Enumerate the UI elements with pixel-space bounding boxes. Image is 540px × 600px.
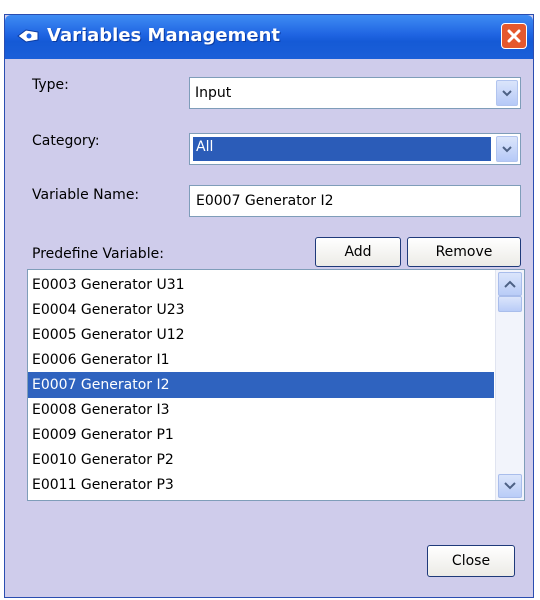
close-button[interactable]: Close [427,545,515,577]
chevron-down-icon[interactable] [496,136,518,162]
list-item[interactable]: E0006 Generator I1 [28,347,494,373]
variable-name-input[interactable]: E0007 Generator I2 [189,185,521,217]
variable-name-label: Variable Name: [32,187,140,203]
list-item[interactable]: E0008 Generator I3 [28,397,494,423]
category-select[interactable]: All [189,133,521,165]
app-icon [17,28,39,43]
vertical-scrollbar[interactable] [495,270,524,500]
add-button[interactable]: Add [315,237,401,267]
list-item[interactable]: E0011 Generator P3 [28,472,494,498]
list-item[interactable]: E0005 Generator U12 [28,322,494,348]
window-title: Variables Management [47,25,281,46]
category-value: All [193,137,491,161]
list-item[interactable]: E0007 Generator I2 [28,372,494,398]
type-label: Type: [32,77,69,93]
list-item[interactable]: E0009 Generator P1 [28,422,494,448]
list-item[interactable]: E0010 Generator P2 [28,447,494,473]
predefine-variable-label: Predefine Variable: [32,246,164,262]
chevron-up-icon[interactable] [498,272,522,296]
close-icon[interactable] [501,23,527,49]
remove-button[interactable]: Remove [407,237,521,267]
chevron-down-icon[interactable] [496,80,518,106]
variables-management-dialog: Variables Management Type: Input Categor… [4,14,534,598]
chevron-down-icon[interactable] [498,474,522,498]
list-item[interactable]: E0003 Generator U31 [28,272,494,298]
predefined-variables-list[interactable]: E0003 Generator U31 E0004 Generator U23 E0… [27,269,525,501]
category-label: Category: [32,133,100,149]
scroll-thumb[interactable] [498,296,522,312]
type-select[interactable]: Input [189,77,521,109]
type-value: Input [195,85,232,101]
list-item[interactable]: E0004 Generator U23 [28,297,494,323]
title-bar[interactable]: Variables Management [5,15,533,59]
